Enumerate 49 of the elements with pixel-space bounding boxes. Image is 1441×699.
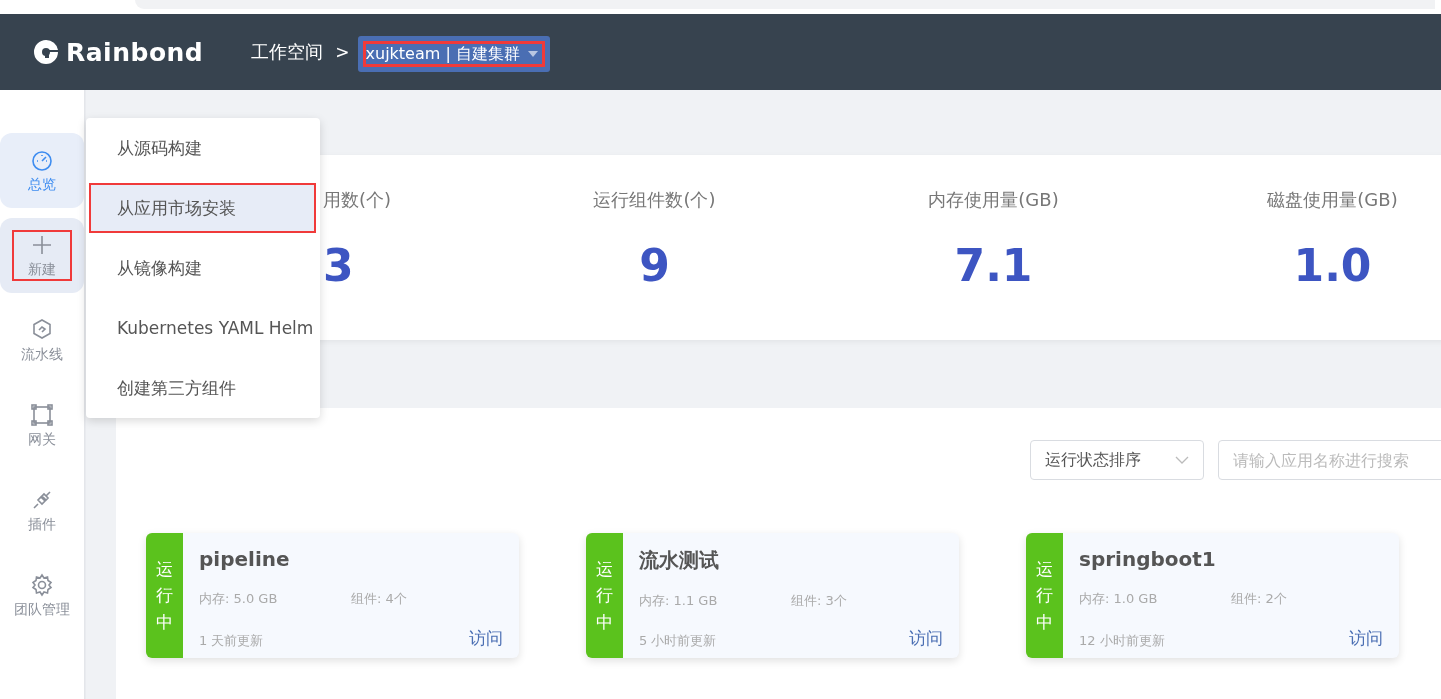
memory-text: 内存: 1.0 GB [1079,590,1159,608]
status-strip: 运行中 [1026,533,1063,658]
updated-text: 1 天前更新 [199,632,265,650]
menu-item[interactable]: 从源码构建 [89,123,316,173]
menu-item[interactable]: Kubernetes YAML Helm [89,303,316,353]
memory-text: 内存: 5.0 GB [199,590,279,608]
settings-icon [30,572,54,597]
components-text: 组件: 4个 [351,590,408,608]
app-name: springboot1 [1079,547,1217,571]
frame-icon [30,402,54,427]
visit-link[interactable]: 访问 [469,627,503,650]
visit-link[interactable]: 访问 [909,627,943,650]
stat-value: 3 [323,244,354,288]
app-name: 流水测试 [639,547,720,574]
team-selector[interactable]: xujkteam | 自建集群 [357,36,550,72]
stat-label: 运行组件数(个) [593,188,716,212]
stat-value: 1.0 [1293,244,1372,288]
stat-label: 用数(个) [323,188,392,212]
memory-text: 内存: 1.1 GB [639,591,719,610]
menu-item[interactable]: 从镜像构建 [89,243,316,293]
status-strip: 运行中 [586,533,623,658]
caret-icon [527,51,538,57]
breadcrumb-link[interactable]: 工作空间 [251,40,324,64]
app-card[interactable]: 运行中 pipeline 内存: 5.0 GB 组件: 4个 1 天前更新 访问 [146,533,519,658]
components-text: 组件: 3个 [791,591,848,610]
status-strip: 运行中 [146,533,183,658]
stat-label: 磁盘使用量(GB) [1267,188,1398,212]
stat-label: 内存使用量(GB) [928,188,1059,212]
search-field[interactable]: 请输入应用名称进行搜索 [1218,440,1441,480]
sidebar-item[interactable]: 团队管理 [0,558,84,633]
components-text: 组件: 2个 [1231,590,1288,608]
sidebar-item[interactable]: 网关 [0,388,84,463]
chevron-down-icon [1175,456,1189,464]
visit-link[interactable]: 访问 [1349,627,1383,650]
breadcrumb-separator: > [335,42,350,62]
app-card[interactable]: 运行中 流水测试 内存: 1.1 GB 组件: 3个 5 小时前更新 访问 [586,533,959,658]
sort-select[interactable]: 运行状态排序 [1030,440,1204,480]
app-card[interactable]: 运行中 springboot1 内存: 1.0 GB 组件: 2个 12 小时前更新 访问 [1026,533,1399,658]
logo-text: Rainbond [66,37,204,67]
sidebar-item[interactable]: 流水线 [0,303,84,378]
updated-text: 5 小时前更新 [639,632,718,650]
updated-text: 12 小时前更新 [1079,632,1166,650]
stat-value: 7.1 [954,244,1033,288]
menu-item[interactable]: 创建第三方组件 [89,363,316,413]
menu-item[interactable]: 从应用市场安装 [89,183,316,233]
app-name: pipeline [199,547,291,571]
stat-value: 9 [639,244,670,288]
hexagon-icon [30,317,54,342]
sidebar-item[interactable]: 插件 [0,473,84,548]
